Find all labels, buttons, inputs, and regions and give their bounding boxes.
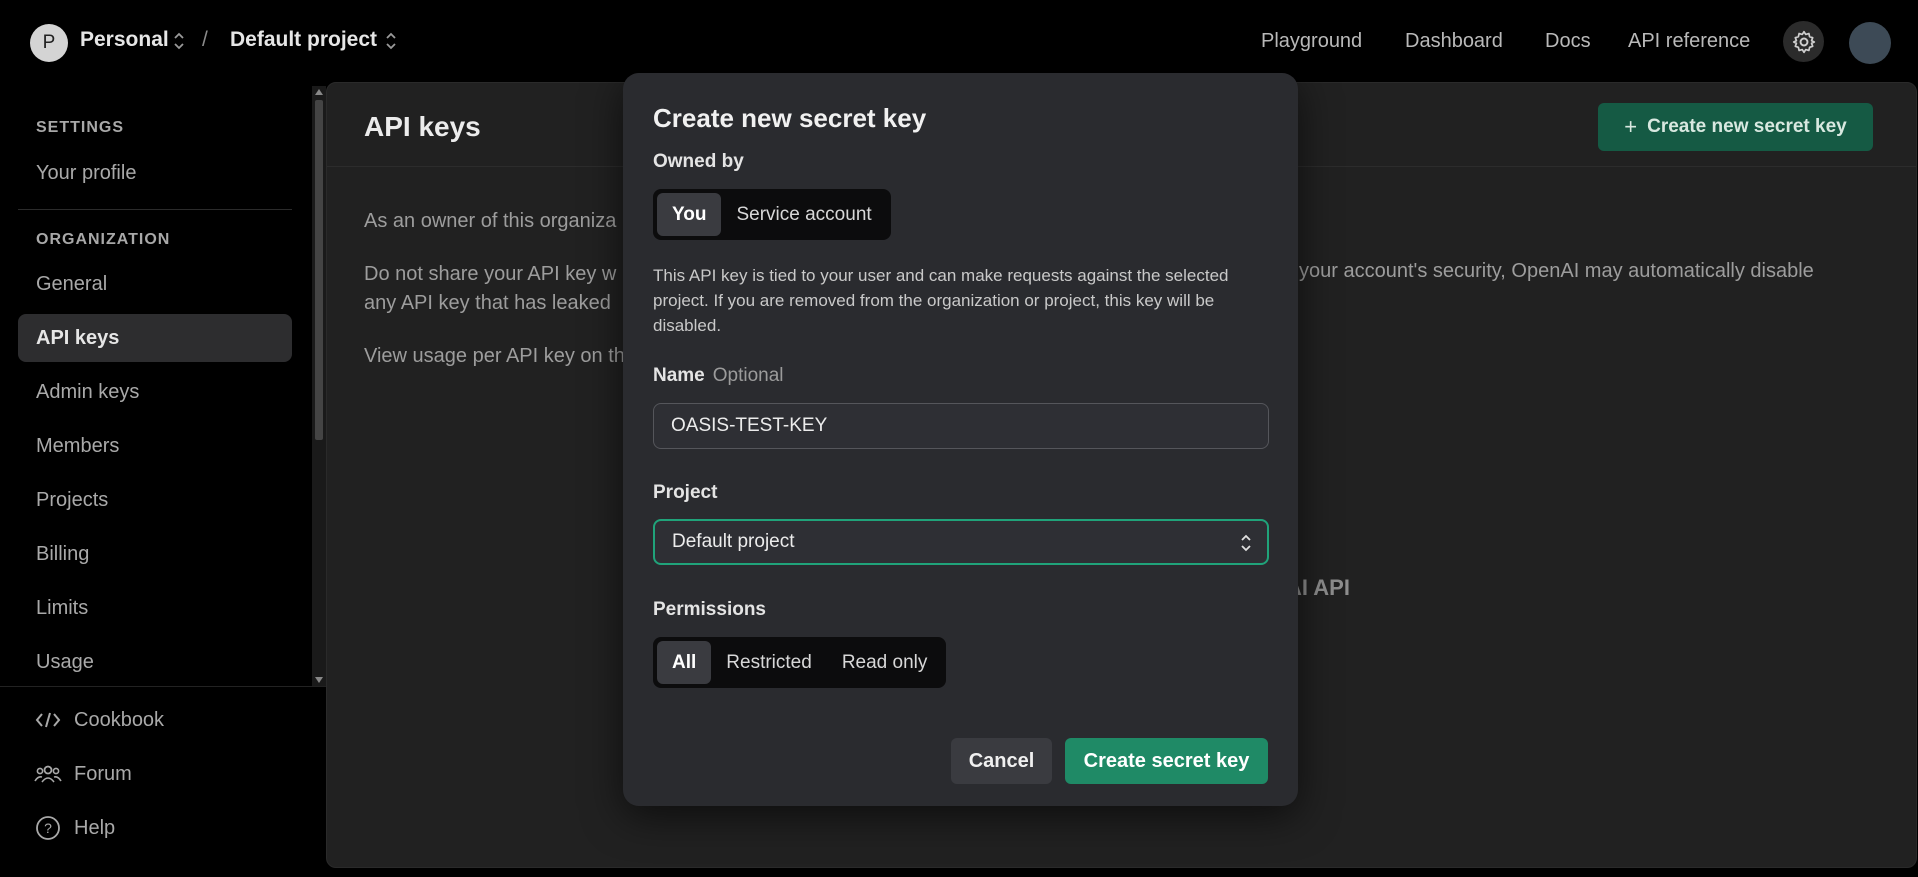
sidebar-item-projects[interactable]: Projects [18, 476, 292, 524]
sidebar-item-your-profile[interactable]: Your profile [18, 149, 292, 197]
help-label: Help [74, 816, 116, 839]
create-new-secret-key-button[interactable]: + Create new secret key [1598, 103, 1873, 151]
owned-by-label: Owned by [653, 151, 744, 172]
project-select[interactable]: Default project [653, 519, 1269, 565]
owned-by-toggle: You Service account [653, 189, 891, 240]
nav-playground[interactable]: Playground [1261, 30, 1362, 53]
permission-all-option[interactable]: All [657, 641, 712, 684]
nav-docs[interactable]: Docs [1545, 30, 1591, 53]
scrollbar-thumb[interactable] [315, 100, 323, 440]
project-label: Project [653, 482, 718, 503]
sidebar-help-link[interactable]: ? Help [34, 813, 115, 843]
sidebar-forum-link[interactable]: Forum [34, 759, 132, 789]
settings-heading: SETTINGS [36, 119, 125, 136]
chevron-updown-icon[interactable] [172, 30, 186, 52]
permission-restricted-option[interactable]: Restricted [711, 641, 827, 684]
code-icon [34, 708, 62, 732]
sidebar-item-api-keys[interactable]: API keys [18, 314, 292, 362]
name-label-text: Name [653, 365, 705, 386]
owned-by-you-option[interactable]: You [657, 193, 722, 236]
cookbook-label: Cookbook [74, 708, 165, 731]
sidebar-item-usage[interactable]: Usage [18, 638, 292, 686]
nav-api-reference[interactable]: API reference [1628, 30, 1750, 53]
workspace-switcher[interactable]: Personal [80, 28, 169, 52]
scroll-up-icon[interactable] [315, 89, 323, 95]
sidebar-item-members[interactable]: Members [18, 422, 292, 470]
chevron-updown-icon [1241, 534, 1251, 552]
user-avatar[interactable] [1849, 22, 1891, 64]
chevron-updown-icon[interactable] [384, 30, 398, 52]
help-icon: ? [34, 816, 62, 840]
create-secret-key-button[interactable]: Create secret key [1065, 738, 1268, 784]
settings-button[interactable] [1783, 21, 1824, 62]
sidebar-footer-divider [0, 686, 326, 687]
permission-read-only-option[interactable]: Read only [827, 641, 943, 684]
sidebar-item-limits[interactable]: Limits [18, 584, 292, 632]
owner-notice: As an owner of this organiza [364, 210, 617, 232]
warning-line-2: any API key that has leaked [364, 292, 611, 314]
nav-dashboard[interactable]: Dashboard [1405, 30, 1503, 53]
create-new-secret-key-label: Create new secret key [1647, 116, 1847, 137]
breadcrumb-separator: / [202, 28, 208, 51]
organization-heading: ORGANIZATION [36, 231, 171, 248]
plus-icon: + [1624, 114, 1638, 139]
sidebar-cookbook-link[interactable]: Cookbook [34, 705, 164, 735]
people-icon [34, 762, 62, 786]
permissions-label: Permissions [653, 599, 766, 620]
sidebar-scrollbar[interactable] [312, 86, 326, 686]
warning-line-left: Do not share your API key w [364, 263, 617, 285]
usage-notice: View usage per API key on th [364, 345, 625, 367]
gear-icon [1792, 30, 1815, 53]
sidebar: SETTINGS Your profile ORGANIZATION Gener… [0, 82, 326, 877]
sidebar-item-billing[interactable]: Billing [18, 530, 292, 578]
key-name-input[interactable]: OASIS-TEST-KEY [653, 403, 1269, 449]
warning-line-right: your account's security, OpenAI may auto… [1299, 260, 1814, 282]
project-switcher[interactable]: Default project [230, 28, 377, 52]
sidebar-item-admin-keys[interactable]: Admin keys [18, 368, 292, 416]
workspace-avatar[interactable]: P [30, 24, 68, 62]
project-select-value: Default project [672, 531, 795, 552]
create-secret-key-dialog: Create new secret key Owned by You Servi… [623, 73, 1298, 806]
sidebar-item-general[interactable]: General [18, 260, 292, 308]
svg-text:?: ? [44, 820, 52, 836]
scroll-down-icon[interactable] [315, 677, 323, 683]
sidebar-divider [18, 209, 292, 210]
top-bar: P Personal / Default project Playground … [0, 0, 1918, 82]
optional-hint: Optional [712, 365, 784, 386]
cancel-button[interactable]: Cancel [951, 738, 1052, 784]
permissions-toggle: All Restricted Read only [653, 637, 947, 688]
page-title: API keys [364, 111, 481, 142]
owned-by-service-account-option[interactable]: Service account [721, 193, 886, 236]
dialog-title: Create new secret key [653, 103, 927, 133]
forum-label: Forum [74, 762, 132, 785]
ownership-description: This API key is tied to your user and ca… [653, 266, 1229, 335]
name-label: Name Optional [653, 365, 784, 387]
